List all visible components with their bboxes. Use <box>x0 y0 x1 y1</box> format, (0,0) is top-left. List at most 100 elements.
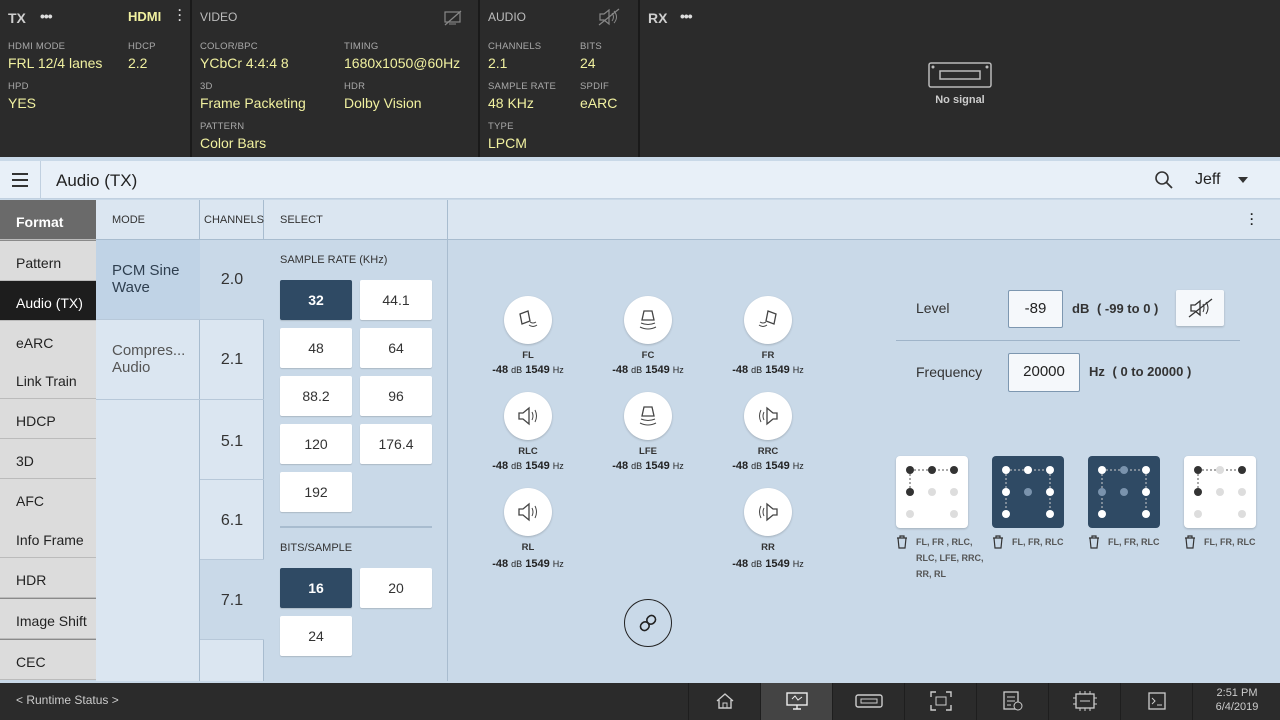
speaker-rrc-button[interactable] <box>744 392 792 440</box>
channels-value: 2.1 <box>488 55 508 71</box>
user-name[interactable]: Jeff <box>1195 171 1221 189</box>
tx-more-icon[interactable]: ••• <box>40 8 53 24</box>
field-label: BITS <box>580 41 602 52</box>
trash-icon[interactable] <box>1184 535 1196 549</box>
sidebar-item-info-frame[interactable]: Info Frame <box>0 518 96 558</box>
speaker-layout-icon <box>1194 466 1246 518</box>
monitor-icon <box>786 692 808 710</box>
speaker-fl-button[interactable] <box>504 296 552 344</box>
channel-option[interactable]: 5.1 <box>200 400 264 480</box>
timing-value: 1680x1050@60Hz <box>344 55 461 71</box>
sidebar-item-earc[interactable]: eARC <box>0 321 96 361</box>
bits-button[interactable]: 16 <box>280 568 352 608</box>
trash-icon[interactable] <box>1088 535 1100 549</box>
channel-preset-card[interactable] <box>1184 456 1256 528</box>
preset-label: FL, FR, RLC <box>1012 537 1064 547</box>
network-button[interactable] <box>1048 683 1120 720</box>
monitor-button[interactable] <box>760 683 832 720</box>
speaker-fc-button[interactable] <box>624 296 672 344</box>
preset-label: FL, FR, RLC <box>1204 537 1256 547</box>
sample-rate-button[interactable]: 192 <box>280 472 352 512</box>
sample-rate-button[interactable]: 44.1 <box>360 280 432 320</box>
channel-option[interactable]: 2.1 <box>200 320 264 400</box>
sidebar-item-afc[interactable]: AFC <box>0 479 96 519</box>
channel-option[interactable]: 7.1 <box>200 560 264 640</box>
speaker-rl-button[interactable] <box>504 488 552 536</box>
clock: 2:51 PM 6/4/2019 <box>1192 683 1280 720</box>
runtime-status-link[interactable]: < Runtime Status > <box>16 693 119 707</box>
sample-rate-button[interactable]: 32 <box>280 280 352 320</box>
sidebar-item-3d[interactable]: 3D <box>0 439 96 479</box>
mute-button[interactable] <box>1176 290 1224 326</box>
speaker-name: FC <box>641 350 655 361</box>
level-input[interactable]: -89 <box>1008 290 1063 328</box>
clock-date: 6/4/2019 <box>1215 701 1259 713</box>
checklist-button[interactable] <box>976 683 1048 720</box>
preset-label: FL, FR , RLC, RLC, LFE, RRC, RR, RL <box>916 537 984 579</box>
field-label: HPD <box>8 81 29 92</box>
video-off-icon[interactable] <box>444 10 462 26</box>
speaker-name: LFE <box>639 446 657 457</box>
speaker-reading: -48 dB 1549 Hz <box>492 460 564 472</box>
home-button[interactable] <box>688 683 760 720</box>
tx-panel: TX ••• HDMI · · · HDMI MODE FRL 12/4 lanes… <box>0 0 192 157</box>
speaker-name: FL <box>522 350 534 361</box>
mode-pcm-sine-wave[interactable]: PCM Sine Wave <box>96 240 200 320</box>
channel-preset-card[interactable] <box>896 456 968 528</box>
audio-mute-icon[interactable] <box>598 8 620 26</box>
hamburger-menu-button[interactable] <box>0 161 41 199</box>
subwoofer-icon <box>639 406 657 426</box>
field-label: SPDIF <box>580 81 609 92</box>
frequency-input[interactable]: 20000 <box>1008 353 1080 392</box>
hdr-value: Dolby Vision <box>344 95 422 111</box>
speaker-reading: -48 dB 1549 Hz <box>492 558 564 570</box>
channel-preset-card[interactable] <box>992 456 1064 528</box>
bits-button[interactable]: 24 <box>280 616 352 656</box>
pattern-value: Color Bars <box>200 135 267 151</box>
speaker-reading: -48 dB 1549 Hz <box>492 364 564 376</box>
channel-option[interactable]: 2.0 <box>200 240 264 320</box>
link-button[interactable] <box>624 599 672 647</box>
search-icon[interactable] <box>1155 171 1173 189</box>
sidebar-item-pattern[interactable]: Pattern <box>0 241 96 281</box>
speaker-reading: -48 dB 1549 Hz <box>732 460 804 472</box>
speaker-name: RL <box>521 542 535 553</box>
terminal-button[interactable] <box>1120 683 1192 720</box>
divider <box>896 340 1240 341</box>
speaker-layout-icon <box>906 466 958 518</box>
channel-option[interactable]: 6.1 <box>200 480 264 560</box>
speaker-lfe-button[interactable] <box>624 392 672 440</box>
sidebar-item-hdr[interactable]: HDR <box>0 558 96 598</box>
capture-button[interactable] <box>904 683 976 720</box>
sidebar-item-hdcp[interactable]: HDCP <box>0 399 96 439</box>
sample-rate-button[interactable]: 64 <box>360 328 432 368</box>
sample-rate-button[interactable]: 48 <box>280 328 352 368</box>
sidebar-item-image-shift[interactable]: Image Shift <box>0 599 96 639</box>
channel-preset-card[interactable] <box>1088 456 1160 528</box>
trash-icon[interactable] <box>896 535 908 549</box>
more-options-icon[interactable]: · · · <box>1250 208 1254 230</box>
terminal-icon <box>1148 692 1166 710</box>
trash-icon[interactable] <box>992 535 1004 549</box>
sample-rate-button[interactable]: 96 <box>360 376 432 416</box>
sidebar-header-format[interactable]: Format <box>0 200 96 240</box>
hdmi-port-button[interactable] <box>832 683 904 720</box>
sidebar-item-audio-tx[interactable]: Audio (TX) <box>0 281 96 321</box>
hdmi-menu-icon[interactable]: · · · <box>178 4 182 26</box>
rx-more-icon[interactable]: ••• <box>680 8 693 24</box>
speaker-rr-button[interactable] <box>744 488 792 536</box>
sidebar-item-link-train[interactable]: Link Train <box>0 359 96 399</box>
3d-value: Frame Packeting <box>200 95 306 111</box>
select-header: SELECT <box>264 200 448 240</box>
sample-rate-button[interactable]: 88.2 <box>280 376 352 416</box>
bits-button[interactable]: 20 <box>360 568 432 608</box>
divider <box>280 526 432 528</box>
sample-rate-button[interactable]: 120 <box>280 424 352 464</box>
sidebar-item-cec[interactable]: CEC <box>0 640 96 680</box>
speaker-rlc-button[interactable] <box>504 392 552 440</box>
chevron-down-icon[interactable] <box>1238 177 1248 183</box>
sample-rate-button[interactable]: 176.4 <box>360 424 432 464</box>
hdmi-label: HDMI <box>128 9 162 24</box>
speaker-fr-button[interactable] <box>744 296 792 344</box>
mode-compressed-audio[interactable]: Compres... Audio <box>96 320 200 400</box>
